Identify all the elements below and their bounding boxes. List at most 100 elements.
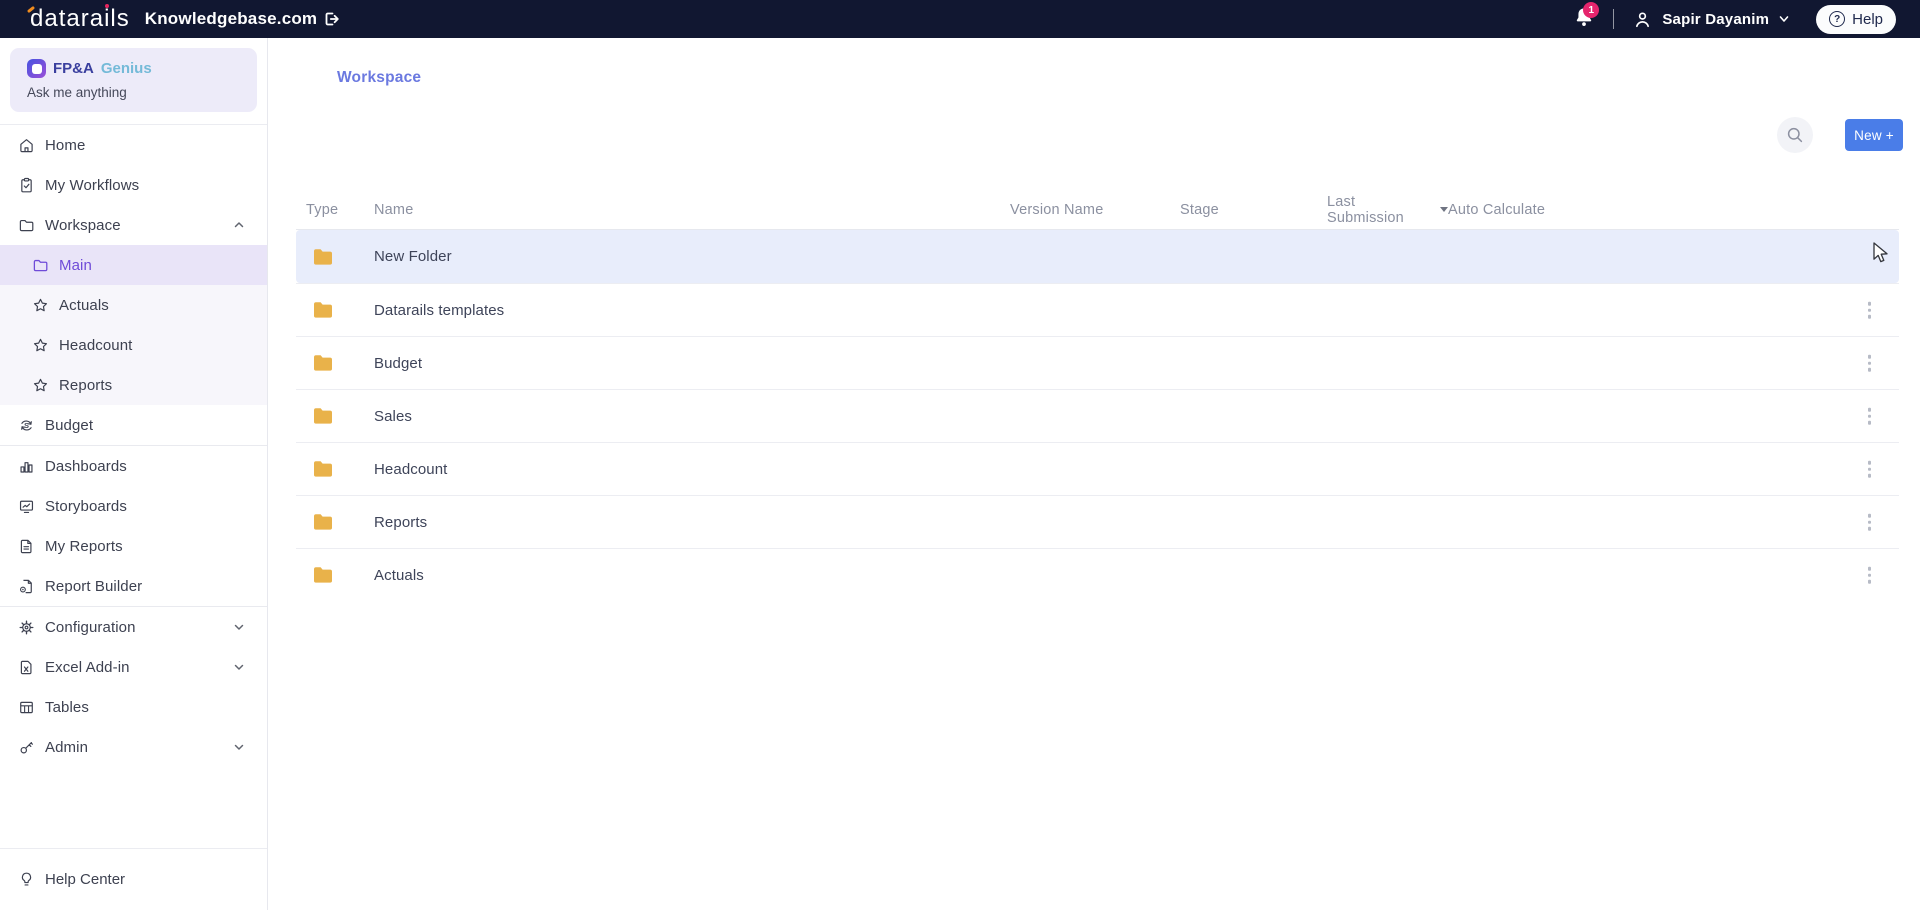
lightbulb-icon xyxy=(21,872,32,886)
row-menu-button[interactable] xyxy=(1864,563,1876,588)
column-header-name: Name xyxy=(374,201,414,218)
sidebar-item-storyboards[interactable]: Storyboards xyxy=(0,486,267,526)
sidebar-nav: Home My Workflows Workspace Main Actuals… xyxy=(0,125,267,767)
type-cell xyxy=(296,407,374,425)
column-header-version-name: Version Name xyxy=(1010,201,1104,218)
help-button[interactable]: ? Help xyxy=(1816,4,1896,34)
sidebar-item-label: Configuration xyxy=(45,618,136,636)
user-menu[interactable]: Sapir Dayanim xyxy=(1632,9,1790,30)
type-cell xyxy=(296,301,374,319)
column-header-label: Last Submission xyxy=(1327,193,1404,226)
fpa-genius-subtitle: Ask me anything xyxy=(27,85,127,100)
datarails-logo[interactable]: datarails xyxy=(26,5,130,31)
star-icon xyxy=(33,378,48,391)
folder-icon xyxy=(314,355,332,371)
table-header: Type Name Version Name Stage Last Submis… xyxy=(296,190,1899,230)
table-row[interactable]: Sales xyxy=(296,389,1899,442)
star-icon xyxy=(33,338,48,351)
user-icon xyxy=(1636,11,1650,27)
column-header-type: Type xyxy=(306,201,339,218)
folder-icon xyxy=(314,302,332,318)
sidebar-item-label: My Workflows xyxy=(45,176,140,194)
sidebar-item-tables[interactable]: Tables xyxy=(0,687,267,727)
sidebar-item-excel-addin[interactable]: Excel Add-in xyxy=(0,647,267,687)
sidebar-item-headcount[interactable]: Headcount xyxy=(0,325,267,365)
topbar-right: 1 Sapir Dayanim ? Help xyxy=(1573,0,1896,38)
table-row[interactable]: Actuals xyxy=(296,548,1899,601)
sidebar-item-label: Budget xyxy=(45,416,94,434)
row-menu-button[interactable] xyxy=(1864,298,1876,323)
table-row[interactable]: New Folder xyxy=(296,230,1899,283)
sidebar-item-my-reports[interactable]: My Reports xyxy=(0,526,267,566)
workspace-sub-group: Main Actuals Headcount Reports xyxy=(0,245,267,405)
sidebar-item-report-builder[interactable]: Report Builder xyxy=(0,566,267,606)
sidebar-item-label: Home xyxy=(45,136,86,154)
genius-section: FP&A Genius Ask me anything xyxy=(0,38,267,125)
sidebar-item-label: Excel Add-in xyxy=(45,658,130,676)
chevron-down-icon xyxy=(234,624,244,630)
type-cell xyxy=(296,354,374,372)
sidebar-item-workspace[interactable]: Workspace xyxy=(0,205,267,245)
type-cell xyxy=(296,460,374,478)
sidebar-item-reports-fav[interactable]: Reports xyxy=(0,365,267,405)
report-builder-icon xyxy=(19,579,32,593)
search-button[interactable] xyxy=(1777,117,1813,153)
knowledgebase-link[interactable]: Knowledgebase.com xyxy=(145,9,341,29)
fpa-genius-card[interactable]: FP&A Genius Ask me anything xyxy=(10,48,257,112)
budget-sync-icon: S xyxy=(21,419,32,431)
row-menu-button[interactable] xyxy=(1864,510,1876,535)
fpa-genius-icon xyxy=(27,59,46,78)
breadcrumb[interactable]: Workspace xyxy=(337,69,421,87)
folder-icon xyxy=(19,219,34,231)
sidebar-item-label: Dashboards xyxy=(45,457,127,475)
user-name: Sapir Dayanim xyxy=(1662,10,1770,28)
clipboard-check-icon xyxy=(21,177,32,192)
row-menu-button[interactable] xyxy=(1864,404,1876,429)
column-header-last-submission[interactable]: Last Submission xyxy=(1327,194,1448,226)
type-cell xyxy=(296,248,374,266)
star-icon xyxy=(33,298,48,311)
sidebar-item-label: Storyboards xyxy=(45,497,127,515)
folder-icon xyxy=(314,248,332,265)
table-row[interactable]: Headcount xyxy=(296,442,1899,495)
sort-caret-icon xyxy=(1440,207,1448,212)
new-button[interactable]: New + xyxy=(1845,119,1903,151)
key-icon xyxy=(20,741,33,753)
table-row[interactable]: Datarails templates xyxy=(296,283,1899,336)
fpa-genius-title: FP&A xyxy=(53,60,94,77)
sidebar-item-main[interactable]: Main xyxy=(0,245,267,285)
chevron-down-icon xyxy=(1779,16,1789,22)
sidebar-item-configuration[interactable]: Configuration xyxy=(0,607,267,647)
folder-name: Reports xyxy=(374,513,428,531)
sidebar-item-home[interactable]: Home xyxy=(0,125,267,165)
folder-name: Actuals xyxy=(374,566,424,584)
workspace-table: Type Name Version Name Stage Last Submis… xyxy=(296,190,1899,601)
sidebar-item-label: Tables xyxy=(45,698,89,716)
sidebar-item-dashboards[interactable]: Dashboards xyxy=(0,446,267,486)
folder-icon xyxy=(314,408,332,424)
notifications-button[interactable]: 1 xyxy=(1573,2,1600,32)
table-row[interactable]: Budget xyxy=(296,336,1899,389)
sidebar-item-label: Headcount xyxy=(59,336,133,354)
sidebar-item-my-workflows[interactable]: My Workflows xyxy=(0,165,267,205)
sidebar-item-admin[interactable]: Admin xyxy=(0,727,267,767)
folder-name: New Folder xyxy=(374,248,452,265)
sidebar-item-actuals[interactable]: Actuals xyxy=(0,285,267,325)
folder-icon xyxy=(314,461,332,477)
column-header-auto-calculate: Auto Calculate xyxy=(1448,201,1546,218)
table-row[interactable]: Reports xyxy=(296,495,1899,548)
storyboard-icon xyxy=(19,500,34,513)
sidebar-item-label: Report Builder xyxy=(45,577,143,595)
question-icon: ? xyxy=(1829,11,1846,27)
excel-file-icon xyxy=(20,660,32,674)
type-cell xyxy=(296,513,374,531)
sidebar-item-label: Main xyxy=(59,256,92,274)
folder-icon xyxy=(33,259,48,271)
sidebar-item-help-center[interactable]: Help Center xyxy=(0,848,267,910)
row-menu-button[interactable] xyxy=(1864,351,1876,376)
document-icon xyxy=(20,539,32,553)
sidebar-item-budget[interactable]: S Budget xyxy=(0,405,267,445)
datarails-app: datarails Knowledgebase.com 1 Sapir Daya… xyxy=(0,0,1920,910)
folder-name: Headcount xyxy=(374,460,448,478)
row-menu-button[interactable] xyxy=(1864,457,1876,482)
